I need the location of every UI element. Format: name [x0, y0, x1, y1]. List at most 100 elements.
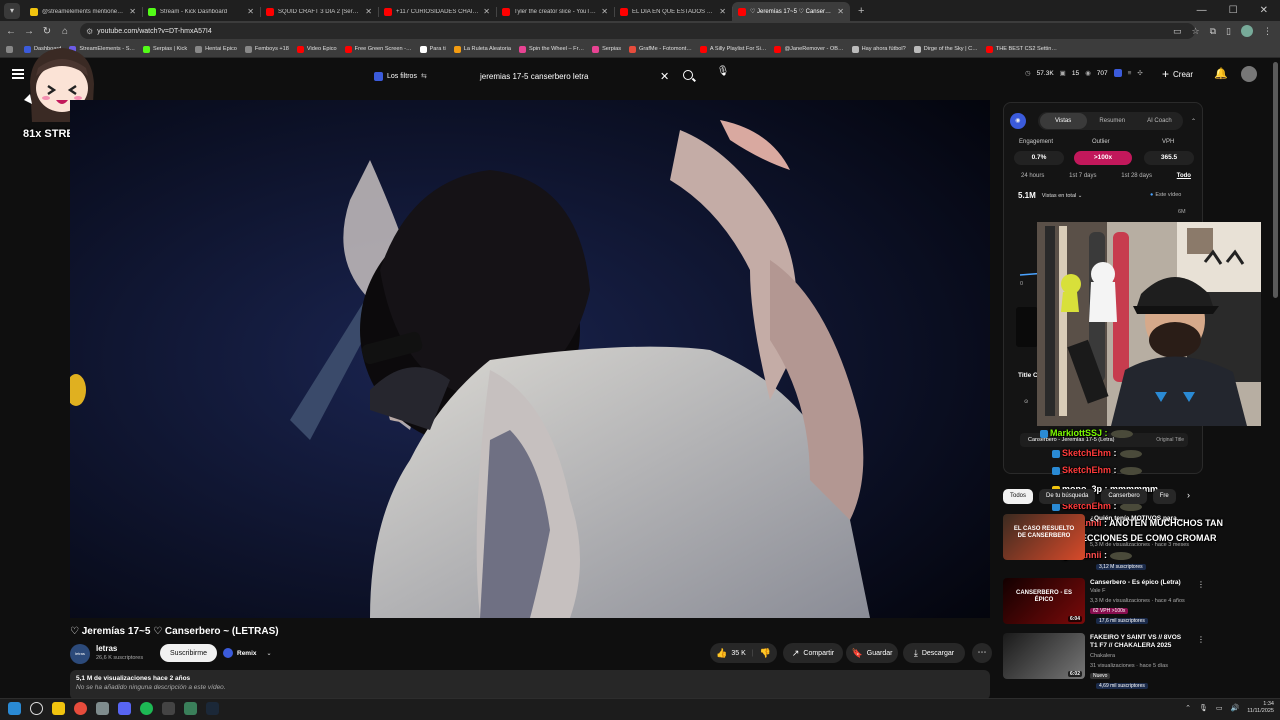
home-icon[interactable]: ⌂ [56, 26, 74, 37]
chip-0[interactable]: Todos [1003, 488, 1034, 504]
period-24h[interactable]: 24 hours [1021, 173, 1044, 179]
new-tab-button[interactable]: + [858, 5, 864, 17]
search-input[interactable]: jeremias 17-5 canserbero letra [480, 72, 589, 81]
tab-vistas[interactable]: Vistas [1039, 113, 1087, 129]
period-28d[interactable]: 1st 28 days [1121, 173, 1152, 179]
app-icon[interactable] [96, 702, 109, 715]
bookmark-item[interactable]: La Ruleta Aleatoria [453, 45, 511, 53]
clear-search-icon[interactable]: ✕ [660, 70, 669, 83]
reload-icon[interactable]: ↻ [38, 26, 56, 37]
browser-tab[interactable]: @streamelements mentioned… ✕ [24, 2, 142, 21]
suggestion-thumbnail[interactable]: 6:02 [1003, 633, 1085, 679]
extension-icon[interactable] [1113, 69, 1122, 77]
volume-icon[interactable]: 🔊 [1231, 704, 1240, 712]
bookmark-item[interactable]: Spin the Wheel – Fr… [519, 45, 584, 53]
browser-tab[interactable]: Tyler the creator slice - YouTube ✕ [496, 2, 614, 21]
channel-avatar[interactable]: letras [70, 644, 90, 664]
search-icon[interactable] [683, 70, 693, 80]
more-actions-icon[interactable]: ⋯ [972, 643, 992, 663]
tab-close-icon[interactable]: ✕ [129, 7, 136, 16]
period-all[interactable]: Todo [1177, 173, 1191, 179]
remix-button[interactable]: Remix ⌄ [223, 645, 272, 661]
forward-icon[interactable]: → [20, 26, 38, 37]
voice-search-icon[interactable]: 🎙 [716, 66, 730, 84]
browser-tab[interactable]: +117 CURIOSIDADES CHAIN S… ✕ [378, 2, 496, 21]
cast-icon[interactable]: ▭ [1173, 26, 1182, 37]
tray-chevron-icon[interactable]: ⌃ [1185, 704, 1191, 712]
notifications-bell-icon[interactable]: 🔔 [1214, 67, 1228, 80]
split-view-icon[interactable]: ▯ [1226, 26, 1231, 37]
bookmark-item[interactable]: Femboys +18 [244, 45, 289, 53]
steam-icon[interactable] [206, 702, 219, 715]
minimize-icon[interactable]: — [1197, 5, 1207, 16]
suggestion-thumbnail[interactable]: EL CASO RESUELTO DE CANSERBERO [1003, 514, 1085, 560]
suggestion-menu-icon[interactable]: ⋮ [1197, 580, 1205, 589]
mic-tray-icon[interactable]: 🎙 [1199, 704, 1208, 712]
back-icon[interactable]: ← [2, 26, 20, 37]
browser-tab[interactable]: ♡ Jeremías 17~5 ♡ Canserbero ✕ [732, 2, 850, 21]
apps-icon[interactable] [6, 45, 16, 53]
taskbar-search-icon[interactable] [30, 702, 43, 715]
obs-icon[interactable] [162, 702, 175, 715]
filters-button[interactable]: Los filtros ⇆ [374, 69, 427, 83]
tab-close-icon[interactable]: ✕ [365, 7, 372, 16]
spotify-icon[interactable] [140, 702, 153, 715]
suggestion-card[interactable]: CANSERBERO - ES ÉPICO 6:04 Canserbero - Es… [1003, 578, 1205, 628]
collapse-panel-icon[interactable]: ⌃ [1191, 118, 1196, 125]
extensions-icon[interactable]: ⧉ [1210, 26, 1216, 37]
tab-close-icon[interactable]: ✕ [483, 7, 490, 16]
bookmark-item[interactable]: A Silly Playlist For Si… [699, 45, 766, 53]
page-scrollbar[interactable] [1273, 62, 1278, 298]
close-window-icon[interactable]: ✕ [1260, 5, 1268, 16]
network-icon[interactable]: ▭ [1216, 704, 1223, 712]
rocket-icon[interactable]: ✣ [1137, 69, 1142, 77]
browser-tab[interactable]: EL DÍA EN QUE ESTADOS U… ✕ [614, 2, 732, 21]
maximize-icon[interactable]: ☐ [1229, 5, 1238, 16]
browser-tab[interactable]: Stream - Kick Dashboard ✕ [142, 2, 260, 21]
site-info-icon[interactable]: ⚙ [86, 27, 93, 36]
views-type-dropdown[interactable]: Vistas en total ⌄ [1042, 193, 1083, 199]
account-avatar[interactable] [1241, 66, 1257, 82]
search-box[interactable]: jeremias 17-5 canserbero letra ✕ [474, 64, 704, 88]
system-clock[interactable]: 1:34 11/11/2025 [1247, 701, 1274, 715]
bookmark-item[interactable]: Free Green Screen -… [344, 45, 412, 53]
url-field[interactable]: ⚙ youtube.com/watch?v=DT-hmxA57I4 [80, 23, 1195, 39]
browser-menu-icon[interactable]: ⋮ [1263, 26, 1272, 37]
tab-close-icon[interactable]: ✕ [247, 7, 254, 16]
suggestion-card[interactable]: 6:02 FAKEIRO Y SAINT VS // 8VOS T1 F7 // … [1003, 633, 1205, 689]
video-player[interactable] [70, 100, 990, 618]
like-icon[interactable]: 👍 [716, 648, 727, 659]
tab-close-icon[interactable]: ✕ [719, 7, 726, 16]
list-icon[interactable]: ≡ [1128, 70, 1132, 77]
windows-start-icon[interactable] [8, 702, 21, 715]
suggestion-thumbnail[interactable]: CANSERBERO - ES ÉPICO 6:04 [1003, 578, 1085, 624]
bookmark-item[interactable]: Hentai Epico [195, 45, 237, 53]
dislike-icon[interactable]: 👎 [760, 648, 771, 659]
browser-tab[interactable]: SQUID CRAFT 3 DIA 2 [Serpias] ✕ [260, 2, 378, 21]
bookmark-item[interactable]: GrafMe - Fotomont… [629, 45, 692, 53]
create-button[interactable]: + Crear [1162, 67, 1193, 81]
chip-1[interactable]: De tu búsqueda [1039, 488, 1096, 504]
period-7d[interactable]: 1st 7 days [1069, 173, 1096, 179]
description-box[interactable]: 5,1 M de visualizaciones hace 2 años No … [70, 670, 990, 700]
suggestion-menu-icon[interactable]: ⋮ [1197, 635, 1205, 644]
suggestion-card[interactable]: EL CASO RESUELTO DE CANSERBERO ¿Quién ten… [1003, 514, 1203, 570]
bookmark-item[interactable]: THE BEST CS2 Settin… [985, 45, 1057, 53]
tab-ai-coach[interactable]: AI Coach [1136, 118, 1183, 124]
download-button[interactable]: ⤓ Descargar [903, 643, 965, 663]
bookmark-item[interactable]: Serpias [592, 45, 621, 53]
subscribe-button[interactable]: Suscribirme [160, 644, 217, 662]
channel-name[interactable]: letras [96, 644, 117, 653]
tab-search-button[interactable]: ▾ [4, 2, 20, 19]
chip-3[interactable]: Fre [1152, 488, 1176, 504]
profile-avatar[interactable] [1241, 25, 1253, 37]
bookmark-item[interactable]: Serpias | Kick [143, 45, 187, 53]
app-2-icon[interactable] [184, 702, 197, 715]
file-explorer-icon[interactable] [52, 702, 65, 715]
chevron-down-icon[interactable]: ⌄ [267, 650, 272, 657]
discord-icon[interactable] [118, 702, 131, 715]
chips-next-icon[interactable]: › [1187, 490, 1190, 500]
chip-2[interactable]: Canserbero [1101, 488, 1147, 504]
save-button[interactable]: 🔖 Guardar [846, 643, 898, 663]
bookmark-item[interactable]: Para ti [419, 45, 446, 53]
